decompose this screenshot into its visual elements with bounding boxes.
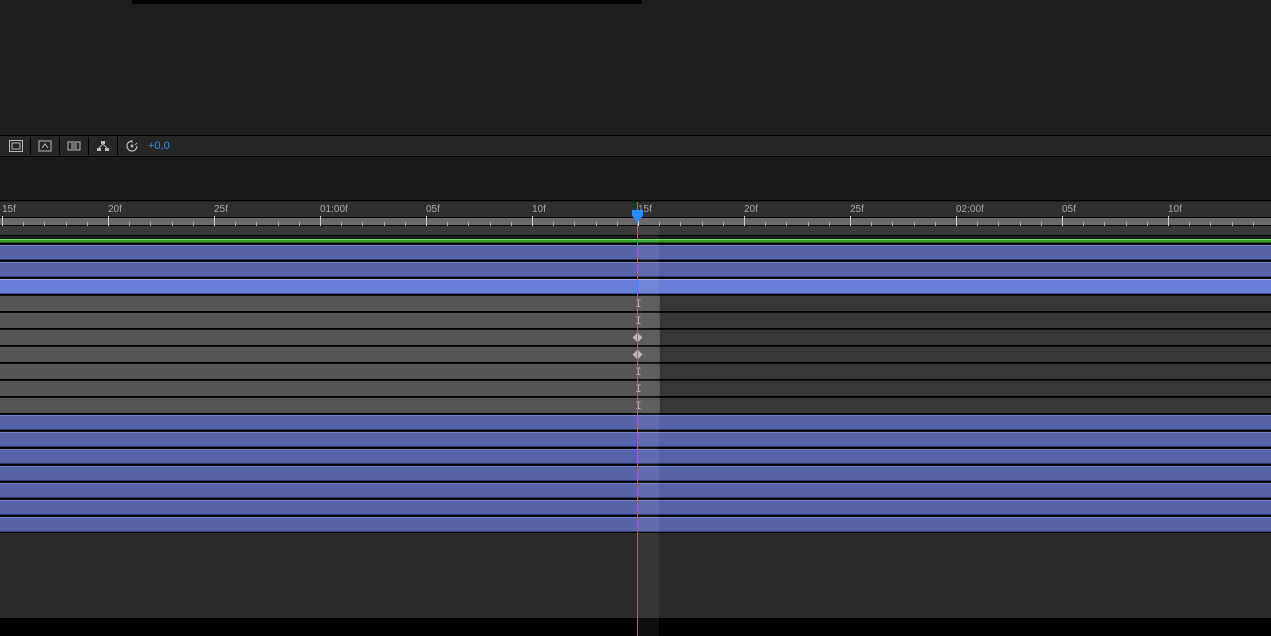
preview-panel: [0, 0, 1271, 135]
time-ruler[interactable]: 15f20f25f01:00f05f10f15f20f25f02:00f05f1…: [0, 202, 1271, 226]
keyframe-hold-icon[interactable]: I: [635, 401, 642, 413]
render-graph-icon[interactable]: [93, 137, 113, 155]
property-row[interactable]: I: [0, 380, 1271, 397]
layer-bar[interactable]: [0, 432, 1271, 447]
property-row[interactable]: I: [0, 295, 1271, 312]
layer-bar[interactable]: [0, 517, 1271, 532]
keyframe-hold-icon[interactable]: I: [635, 367, 642, 379]
layer-bar[interactable]: [0, 449, 1271, 464]
property-value-bar: [0, 313, 660, 328]
property-value-bar: [0, 330, 660, 345]
layer-row[interactable]: [0, 482, 1271, 499]
layer-bar[interactable]: [0, 245, 1271, 260]
property-value-bar: [0, 398, 660, 413]
layer-bar[interactable]: [0, 466, 1271, 481]
keyframe-hold-icon[interactable]: I: [635, 299, 642, 311]
timeline-tracks[interactable]: IIIII: [0, 238, 1271, 533]
layer-bar[interactable]: [0, 262, 1271, 277]
exposure-value[interactable]: +0,0: [148, 140, 170, 152]
property-row[interactable]: I: [0, 397, 1271, 414]
layer-bar[interactable]: [0, 500, 1271, 515]
comp-thumb-strip: [132, 0, 642, 4]
property-value-bar: [0, 347, 660, 362]
work-area-bar[interactable]: [0, 226, 1271, 236]
layer-row[interactable]: [0, 278, 1271, 295]
keyframe-hold-icon[interactable]: I: [635, 316, 642, 328]
layer-row[interactable]: [0, 261, 1271, 278]
property-row[interactable]: I: [0, 312, 1271, 329]
layer-bar[interactable]: [0, 415, 1271, 430]
fast-preview-icon[interactable]: [122, 137, 142, 155]
property-row[interactable]: I: [0, 363, 1271, 380]
layer-row[interactable]: [0, 499, 1271, 516]
keyframe-hold-icon[interactable]: I: [635, 384, 642, 396]
viewer-toolbar: +0,0: [0, 135, 1271, 157]
timeline-empty-area: [0, 533, 1271, 618]
layer-row[interactable]: [0, 414, 1271, 431]
layer-row[interactable]: [0, 448, 1271, 465]
layer-bar[interactable]: [0, 483, 1271, 498]
layer-row[interactable]: [0, 516, 1271, 533]
property-value-bar: [0, 364, 660, 379]
layer-row[interactable]: [0, 431, 1271, 448]
bottom-bar: [0, 618, 1271, 636]
property-row[interactable]: [0, 329, 1271, 346]
layer-bar[interactable]: [0, 279, 1271, 294]
channel-toggle-icon[interactable]: [35, 137, 55, 155]
property-row[interactable]: [0, 346, 1271, 363]
layer-bar[interactable]: [0, 239, 1271, 243]
timecode-overlay-icon[interactable]: [64, 137, 84, 155]
timeline-header-gap: [0, 157, 1271, 201]
property-value-bar: [0, 296, 660, 311]
layer-row[interactable]: [0, 465, 1271, 482]
layer-row[interactable]: [0, 244, 1271, 261]
title-safe-icon[interactable]: [6, 137, 26, 155]
property-value-bar: [0, 381, 660, 396]
